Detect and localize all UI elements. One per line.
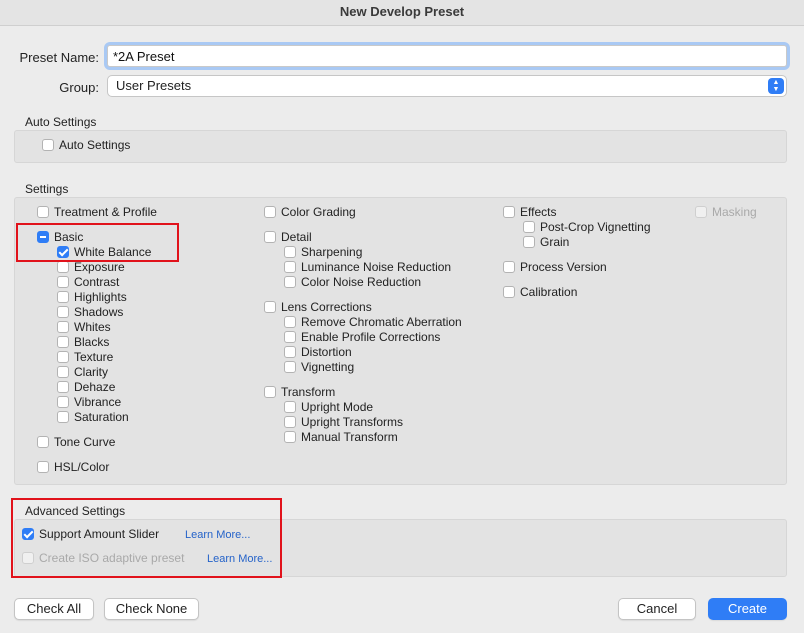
treatment-profile-checkbox[interactable]: Treatment & Profile [37, 205, 157, 219]
saturation-checkbox[interactable]: Saturation [57, 410, 129, 424]
sharpening-checkbox[interactable]: Sharpening [284, 245, 362, 259]
enable-profile-corrections-checkbox[interactable]: Enable Profile Corrections [284, 330, 440, 344]
group-select[interactable]: User Presets ▲ ▼ [107, 75, 787, 97]
cancel-button[interactable]: Cancel [618, 598, 696, 620]
color-grading-checkbox[interactable]: Color Grading [264, 205, 356, 219]
tone-curve-checkbox[interactable]: Tone Curve [37, 435, 115, 449]
auto-settings-title: Auto Settings [25, 115, 97, 129]
transform-checkbox[interactable]: Transform [264, 385, 335, 399]
check-all-button[interactable]: Check All [14, 598, 94, 620]
upright-mode-checkbox[interactable]: Upright Mode [284, 400, 373, 414]
shadows-checkbox[interactable]: Shadows [57, 305, 123, 319]
effects-checkbox[interactable]: Effects [503, 205, 556, 219]
preset-name-label: Preset Name: [19, 50, 99, 65]
check-none-button[interactable]: Check None [104, 598, 199, 620]
settings-title: Settings [25, 182, 69, 196]
detail-checkbox[interactable]: Detail [264, 230, 312, 244]
grain-checkbox[interactable]: Grain [523, 235, 569, 249]
create-button[interactable]: Create [708, 598, 787, 620]
luminance-noise-reduction-checkbox[interactable]: Luminance Noise Reduction [284, 260, 451, 274]
texture-checkbox[interactable]: Texture [57, 350, 113, 364]
upright-transforms-checkbox[interactable]: Upright Transforms [284, 415, 403, 429]
hsl-color-checkbox[interactable]: HSL/Color [37, 460, 109, 474]
distortion-checkbox[interactable]: Distortion [284, 345, 352, 359]
clarity-checkbox[interactable]: Clarity [57, 365, 108, 379]
highlights-checkbox[interactable]: Highlights [57, 290, 127, 304]
vignetting-checkbox[interactable]: Vignetting [284, 360, 354, 374]
chevron-updown-icon: ▲ ▼ [768, 78, 784, 94]
whites-checkbox[interactable]: Whites [57, 320, 111, 334]
auto-settings-checkbox[interactable]: Auto Settings [42, 138, 130, 152]
contrast-checkbox[interactable]: Contrast [57, 275, 119, 289]
basic-highlight-box [16, 223, 179, 262]
window-title: New Develop Preset [0, 0, 804, 26]
advanced-highlight-box [11, 498, 282, 578]
manual-transform-checkbox[interactable]: Manual Transform [284, 430, 398, 444]
masking-checkbox: Masking [695, 205, 757, 219]
color-noise-reduction-checkbox[interactable]: Color Noise Reduction [284, 275, 421, 289]
blacks-checkbox[interactable]: Blacks [57, 335, 109, 349]
post-crop-vignetting-checkbox[interactable]: Post-Crop Vignetting [523, 220, 651, 234]
group-select-value: User Presets [116, 78, 192, 93]
lens-corrections-checkbox[interactable]: Lens Corrections [264, 300, 372, 314]
preset-name-input[interactable] [107, 45, 787, 67]
exposure-checkbox[interactable]: Exposure [57, 260, 125, 274]
remove-chromatic-aberration-checkbox[interactable]: Remove Chromatic Aberration [284, 315, 462, 329]
dehaze-checkbox[interactable]: Dehaze [57, 380, 115, 394]
group-label: Group: [59, 80, 99, 95]
process-version-checkbox[interactable]: Process Version [503, 260, 607, 274]
calibration-checkbox[interactable]: Calibration [503, 285, 577, 299]
vibrance-checkbox[interactable]: Vibrance [57, 395, 121, 409]
